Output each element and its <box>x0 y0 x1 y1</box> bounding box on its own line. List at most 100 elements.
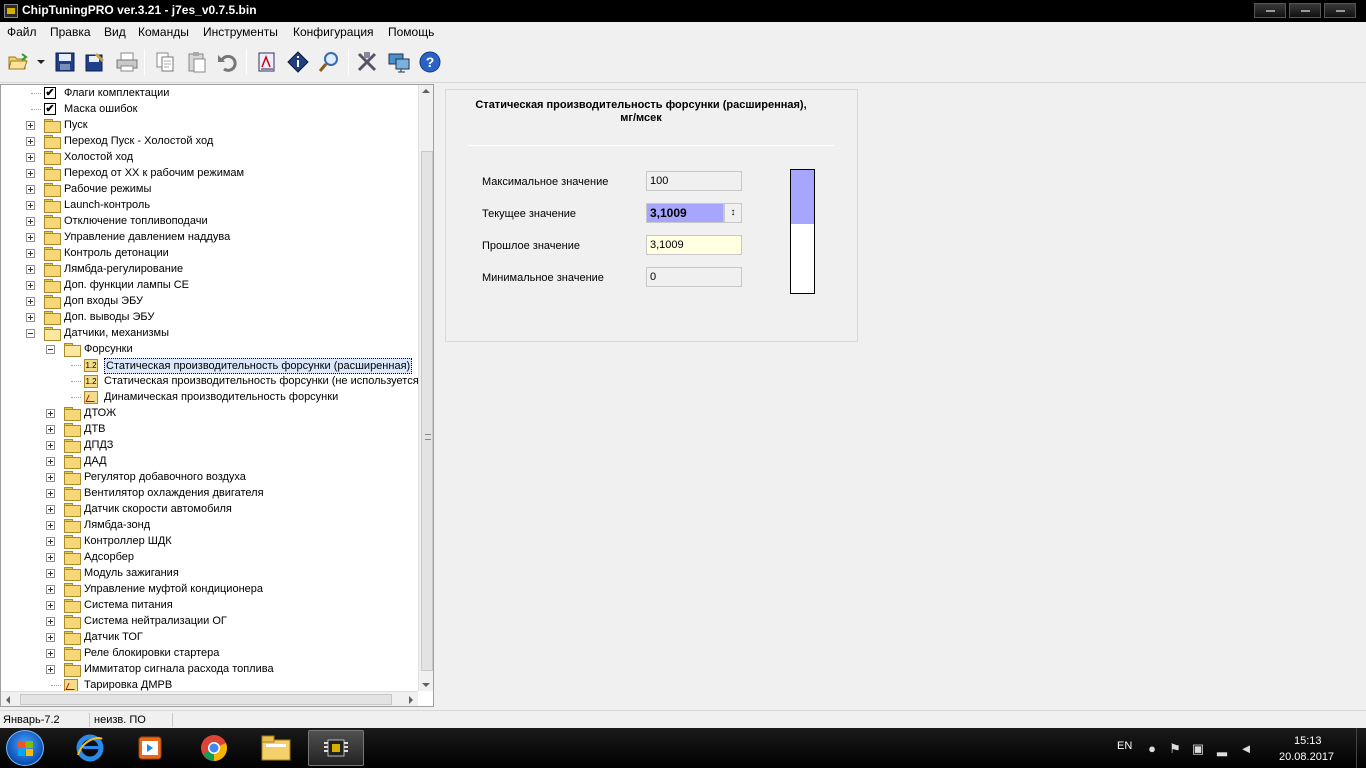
expand-plus-icon[interactable] <box>46 633 55 642</box>
tree-item[interactable]: Адсорбер <box>1 549 418 565</box>
tree-item[interactable]: ДАД <box>1 453 418 469</box>
dropdown-arrow-icon[interactable] <box>34 49 48 75</box>
search-icon[interactable] <box>316 49 342 75</box>
tree-item[interactable]: Доп. выводы ЭБУ <box>1 309 418 325</box>
tree-item[interactable]: Доп. функции лампы СЕ <box>1 277 418 293</box>
horizontal-scrollbar[interactable] <box>1 691 418 706</box>
expand-plus-icon[interactable] <box>46 425 55 434</box>
expand-plus-icon[interactable] <box>46 617 55 626</box>
chiptuning-chip-icon[interactable] <box>308 730 364 766</box>
tree-item[interactable]: Контроллер ШДК <box>1 533 418 549</box>
expand-plus-icon[interactable] <box>46 505 55 514</box>
expand-plus-icon[interactable] <box>46 473 55 482</box>
scroll-thumb-horizontal[interactable] <box>20 694 392 705</box>
tree-item[interactable]: Система нейтрализации ОГ <box>1 613 418 629</box>
tree-item[interactable]: 1.2 Статическая производительность форсун… <box>1 373 422 389</box>
tree-item[interactable]: Форсунки <box>1 341 418 357</box>
expand-plus-icon[interactable] <box>46 585 55 594</box>
usb-device-icon[interactable]: ▣ <box>1190 741 1206 757</box>
vertical-scrollbar[interactable] <box>418 85 433 691</box>
tree-item[interactable]: Launch-контроль <box>1 197 418 213</box>
tree-item[interactable]: ДТОЖ <box>1 405 418 421</box>
expand-plus-icon[interactable] <box>26 185 35 194</box>
tree-item[interactable]: Управление давлением наддува <box>1 229 418 245</box>
signal-strength-icon[interactable]: ▂ <box>1214 741 1230 757</box>
tree-item[interactable]: Иммитатор сигнала расхода топлива <box>1 661 418 677</box>
print-icon[interactable] <box>114 49 140 75</box>
menu-view[interactable]: Вид <box>104 25 126 39</box>
tree-item[interactable]: Система питания <box>1 597 418 613</box>
tree-item[interactable]: Вентилятор охлаждения двигателя <box>1 485 418 501</box>
chrome-icon[interactable] <box>186 730 242 766</box>
expand-plus-icon[interactable] <box>26 121 35 130</box>
tree-item[interactable]: Пуск <box>1 117 418 133</box>
tree-item[interactable]: 1.2 Статическая производительность форсун… <box>1 357 418 374</box>
expand-plus-icon[interactable] <box>26 265 35 274</box>
tree-item[interactable]: Лямбда-зонд <box>1 517 418 533</box>
tree-item[interactable]: Датчик скорости автомобиля <box>1 501 418 517</box>
tree-item[interactable]: Рабочие режимы <box>1 181 418 197</box>
expand-plus-icon[interactable] <box>46 601 55 610</box>
tree-item[interactable]: ДТВ <box>1 421 418 437</box>
expand-plus-icon[interactable] <box>26 169 35 178</box>
tree-item[interactable]: Доп входы ЭБУ <box>1 293 418 309</box>
network-icon[interactable] <box>386 49 412 75</box>
tree-item[interactable]: Датчики, механизмы <box>1 325 418 341</box>
expand-plus-icon[interactable] <box>46 649 55 658</box>
save-icon[interactable] <box>52 49 78 75</box>
expand-plus-icon[interactable] <box>26 201 35 210</box>
spin-arrows-icon[interactable]: ↕ <box>724 203 742 223</box>
current-value-input[interactable]: 3,1009 <box>646 203 724 223</box>
clock-date[interactable]: 20.08.2017 <box>1279 751 1334 763</box>
clock-time[interactable]: 15:13 <box>1294 735 1322 747</box>
tree-item[interactable]: Отключение топливоподачи <box>1 213 418 229</box>
tree-item[interactable]: Переход от ХХ к рабочим режимам <box>1 165 418 181</box>
help-icon[interactable]: ? <box>417 49 443 75</box>
tree-item[interactable]: ДПДЗ <box>1 437 418 453</box>
minimize-button[interactable] <box>1254 3 1286 18</box>
tree-item[interactable]: ✔ Флаги комплектации <box>1 85 418 101</box>
menu-tools[interactable]: Инструменты <box>203 25 278 39</box>
scroll-up-arrow-icon[interactable] <box>422 89 430 93</box>
expand-plus-icon[interactable] <box>46 537 55 546</box>
expand-plus-icon[interactable] <box>46 409 55 418</box>
expand-plus-icon[interactable] <box>26 217 35 226</box>
scroll-left-arrow-icon[interactable] <box>6 696 10 704</box>
expand-plus-icon[interactable] <box>26 313 35 322</box>
collapse-minus-icon[interactable] <box>26 329 35 338</box>
action-center-flag-icon[interactable]: ⚑ <box>1167 741 1183 757</box>
tree-item[interactable]: Модуль зажигания <box>1 565 418 581</box>
tree-item[interactable]: Переход Пуск - Холостой ход <box>1 133 418 149</box>
expand-plus-icon[interactable] <box>46 665 55 674</box>
menu-help[interactable]: Помощь <box>388 25 434 39</box>
undo-icon[interactable] <box>214 49 240 75</box>
scroll-thumb[interactable] <box>421 151 433 671</box>
expand-plus-icon[interactable] <box>46 569 55 578</box>
expand-plus-icon[interactable] <box>26 137 35 146</box>
open-icon[interactable] <box>6 49 32 75</box>
menu-edit[interactable]: Правка <box>50 25 91 39</box>
edit-table-icon[interactable] <box>254 49 280 75</box>
expand-plus-icon[interactable] <box>26 249 35 258</box>
collapse-minus-icon[interactable] <box>46 345 55 354</box>
show-desktop-button[interactable] <box>1356 728 1366 768</box>
language-indicator[interactable]: EN <box>1117 740 1132 752</box>
expand-plus-icon[interactable] <box>46 489 55 498</box>
tree-item[interactable]: Датчик ТОГ <box>1 629 418 645</box>
expand-plus-icon[interactable] <box>26 153 35 162</box>
scroll-down-arrow-icon[interactable] <box>422 683 430 687</box>
menu-configuration[interactable]: Конфигурация <box>293 25 374 39</box>
file-explorer-icon[interactable] <box>248 730 304 766</box>
tools-icon[interactable] <box>354 49 380 75</box>
expand-plus-icon[interactable] <box>46 457 55 466</box>
save-as-icon[interactable] <box>82 49 108 75</box>
tree-item[interactable]: Контроль детонации <box>1 245 418 261</box>
windows-start-icon[interactable] <box>6 730 44 766</box>
copy-icon[interactable] <box>152 49 178 75</box>
tree-item[interactable]: ✔ Маска ошибок <box>1 101 418 117</box>
expand-plus-icon[interactable] <box>26 281 35 290</box>
expand-plus-icon[interactable] <box>46 553 55 562</box>
keyboard-icon[interactable]: ● <box>1144 741 1160 757</box>
media-player-icon[interactable] <box>122 730 178 766</box>
info-icon[interactable] <box>285 49 311 75</box>
